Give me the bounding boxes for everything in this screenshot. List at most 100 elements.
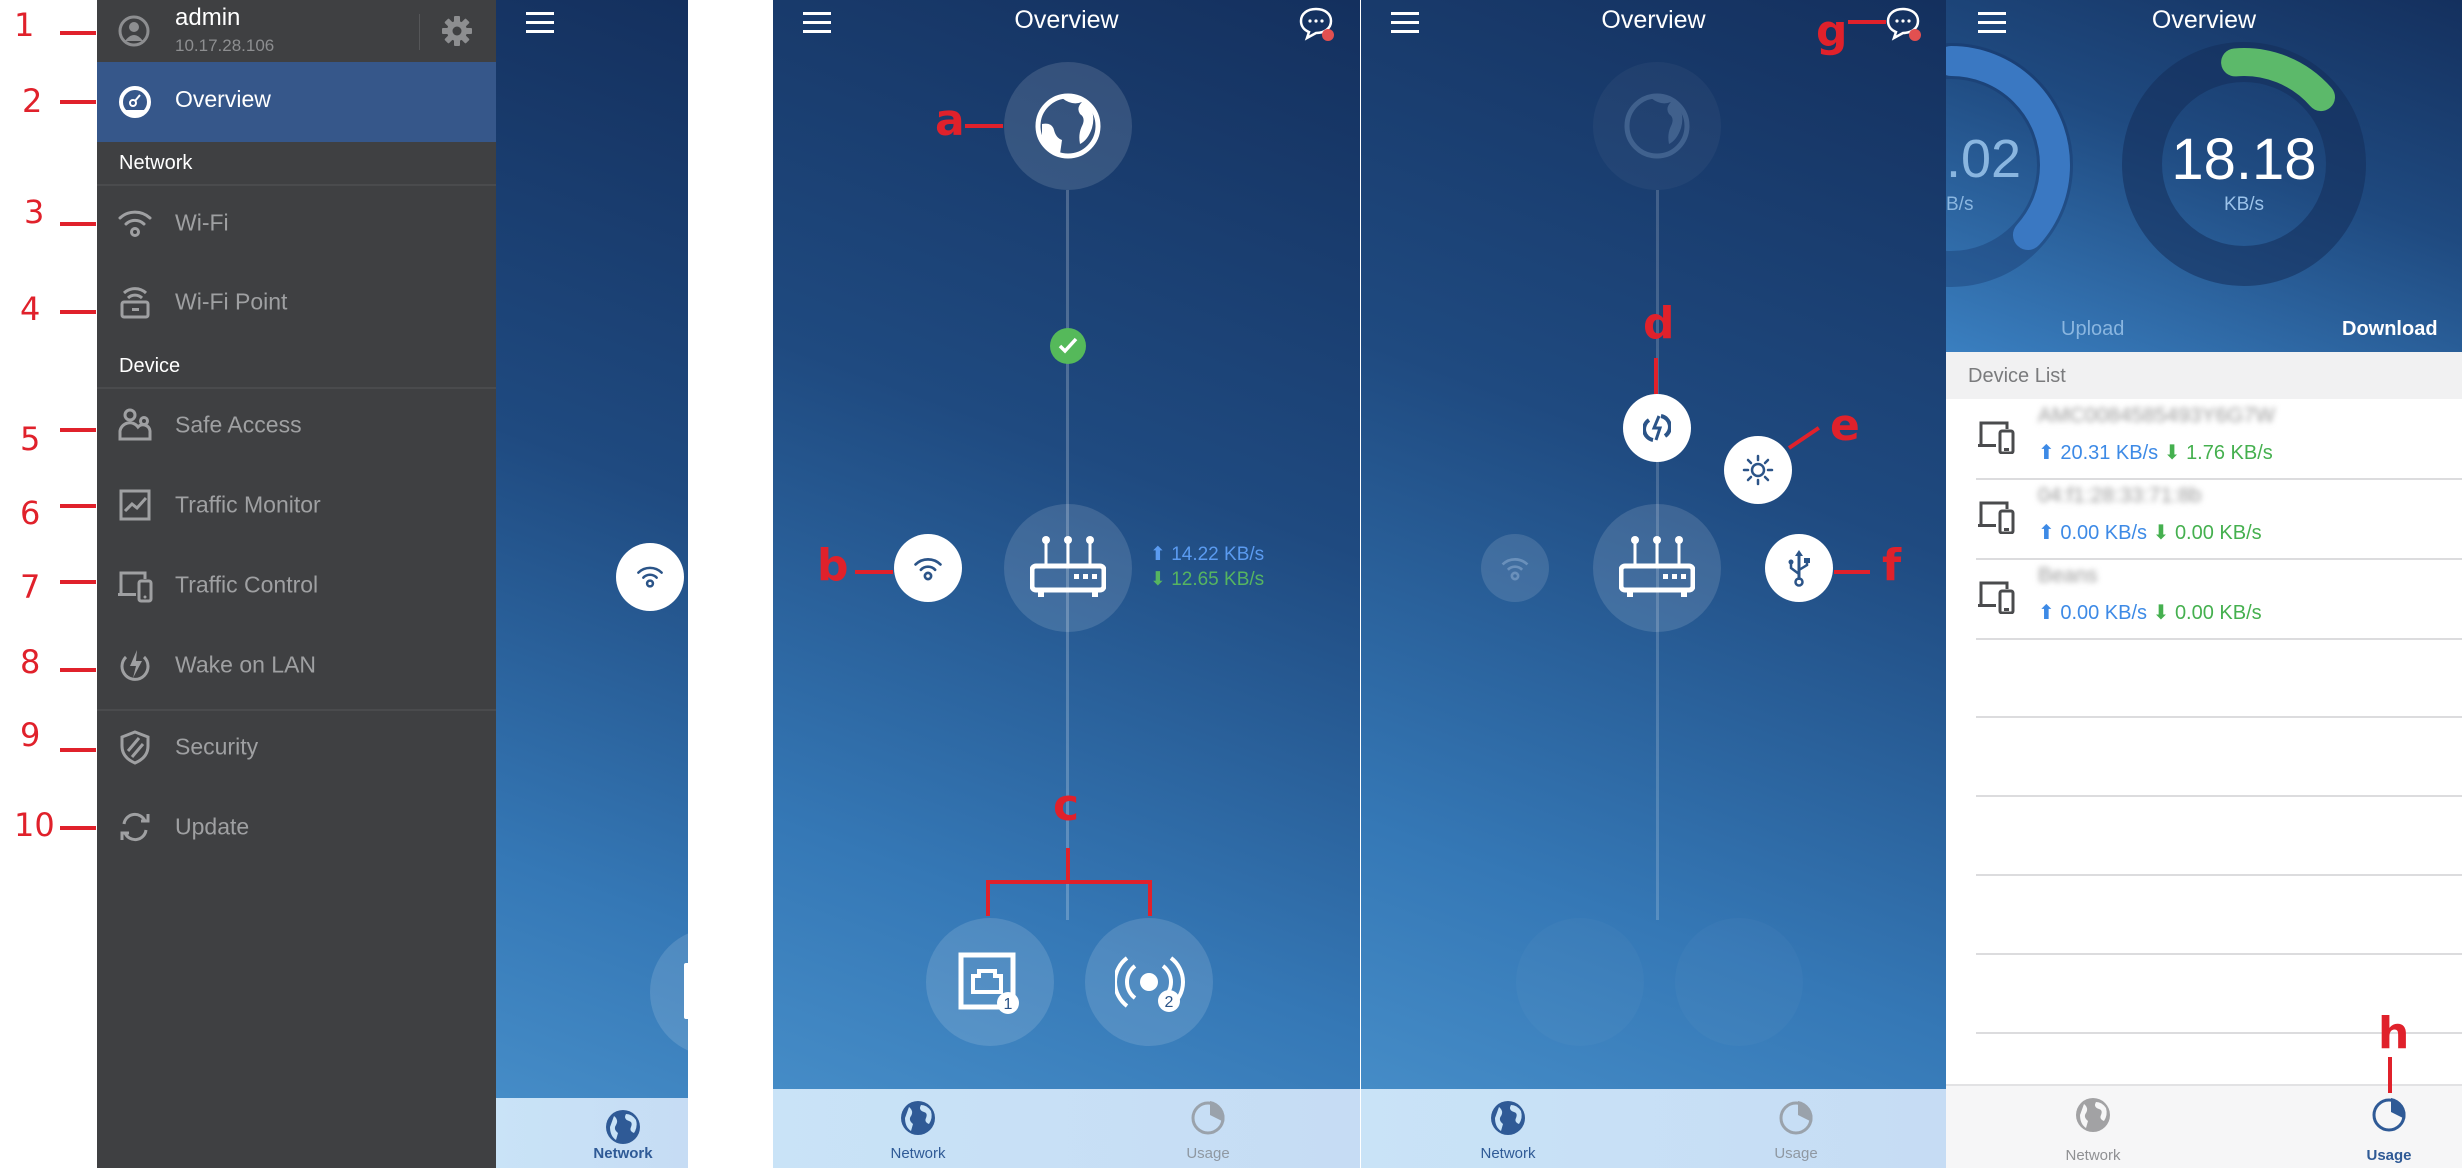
wireless-devices-node-button[interactable]: 2	[1085, 918, 1213, 1046]
led-toggle-button[interactable]	[1724, 436, 1792, 504]
tab-bar: Network Usage	[773, 1089, 1360, 1168]
sidebar-item-label: Safe Access	[175, 411, 302, 438]
device-name: 04:f1:28:33:71:8b	[2038, 484, 2202, 507]
tab-network[interactable]: Network	[2038, 1086, 2148, 1168]
section-divider	[97, 387, 496, 389]
sidebar-item-traffic-monitor[interactable]: Traffic Monitor	[97, 470, 496, 540]
section-title-network: Network	[119, 152, 193, 174]
tab-label: Network	[2065, 1147, 2121, 1164]
tab-label: Usage	[1774, 1145, 1818, 1162]
globe-icon	[1035, 93, 1101, 159]
device-icon	[1978, 581, 2015, 614]
sidebar-item-overview[interactable]: Overview	[97, 62, 496, 142]
power-bolt-icon	[120, 650, 150, 681]
wifi-icon	[637, 566, 663, 588]
device-row[interactable]: 04:f1:28:33:71:8b ⬆ 0.00 KB/s ⬇ 0.00 KB/…	[1946, 480, 2462, 560]
wifi-node-button[interactable]	[894, 534, 962, 602]
annotation-9: 9	[20, 716, 41, 754]
annotation-line	[1848, 20, 1886, 24]
sidebar-item-safe-access[interactable]: Safe Access	[97, 390, 496, 460]
annotation-4: 4	[20, 290, 41, 328]
gauge-icon	[119, 86, 151, 118]
device-download: 1.76 KB/s	[2186, 442, 2273, 464]
device-row[interactable]: AMC0084585493Y6G7W ⬆ 20.31 KB/s ⬇ 1.76 K…	[1946, 400, 2462, 480]
annotation-b: b	[817, 540, 849, 591]
sidebar-item-label: Wake on LAN	[175, 651, 317, 678]
annotation-line	[2388, 1057, 2392, 1093]
hamburger-menu-icon[interactable]	[526, 12, 554, 34]
download-unit: KB/s	[2223, 194, 2265, 215]
reboot-button[interactable]	[1623, 394, 1691, 462]
screen-overview-router-actions: Overview Network Usage	[1361, 0, 1946, 1168]
sidebar-item-security[interactable]: Security	[97, 712, 496, 782]
tab-network[interactable]: Network	[863, 1089, 973, 1168]
usb-button[interactable]	[1765, 534, 1833, 602]
sidebar-item-wifi-point[interactable]: Wi-Fi Point	[97, 267, 496, 337]
row-divider	[1976, 638, 2462, 640]
upload-arrow-icon: ⬆	[2038, 522, 2055, 544]
tab-network[interactable]: Network	[1453, 1089, 1563, 1168]
upload-tab[interactable]: Upload	[2061, 318, 2124, 341]
sidebar-item-wifi[interactable]: Wi-Fi	[97, 188, 496, 258]
annotation-line	[1066, 848, 1070, 882]
sidebar-item-label: Overview	[175, 86, 271, 112]
annotation-e: e	[1830, 400, 1860, 451]
annotation-d: d	[1643, 298, 1675, 349]
device-row[interactable]: Beans ⬆ 0.00 KB/s ⬇ 0.00 KB/s	[1946, 560, 2462, 640]
device-download: 0.00 KB/s	[2174, 602, 2262, 624]
wifi-node-button[interactable]	[616, 543, 684, 611]
annotation-5: 5	[20, 420, 41, 458]
usb-icon	[1788, 550, 1810, 587]
tab-network[interactable]: Network	[568, 1098, 678, 1168]
device-speeds: ⬆ 0.00 KB/s ⬇ 0.00 KB/s	[2038, 600, 2262, 625]
download-value: 18.18	[2171, 127, 2317, 192]
wifi-point-icon	[120, 287, 150, 319]
wifi-icon	[118, 210, 152, 237]
upload-speed: ⬆ 14.22 KB/s	[1150, 543, 1264, 566]
globe-icon	[1624, 93, 1690, 159]
refresh-icon	[120, 812, 150, 842]
section-divider	[97, 709, 496, 711]
internet-node-button[interactable]	[1004, 62, 1132, 190]
ethernet-node-partial[interactable]	[650, 928, 688, 1056]
annotation-a: a	[935, 95, 965, 146]
annotation-line	[855, 570, 893, 574]
annotation-line	[1148, 880, 1152, 916]
wireless-count-badge: 2	[1165, 994, 1174, 1011]
annotation-line	[60, 580, 96, 584]
sidebar-item-label: Wi-Fi	[175, 209, 229, 236]
gear-icon[interactable]	[440, 14, 474, 48]
sidebar-item-traffic-control[interactable]: Traffic Control	[97, 550, 496, 620]
sidebar-item-wake-on-lan[interactable]: Wake on LAN	[97, 630, 496, 700]
message-icon[interactable]	[1298, 6, 1334, 42]
router-speed-readout: ⬆ 14.22 KB/s ⬇ 12.65 KB/s	[1150, 543, 1264, 591]
message-icon[interactable]	[1885, 6, 1921, 42]
wireless-devices-node-dimmed	[1675, 918, 1803, 1046]
annotation-line	[60, 504, 96, 508]
wired-count-badge: 1	[1004, 996, 1013, 1013]
download-tab[interactable]: Download	[2342, 318, 2438, 341]
wired-devices-node-button[interactable]: 1	[926, 918, 1054, 1046]
sidebar-item-update[interactable]: Update	[97, 792, 496, 862]
annotation-line	[60, 748, 96, 752]
download-speed-value: 12.65 KB/s	[1171, 569, 1265, 590]
annotation-8: 8	[20, 643, 41, 681]
tab-usage[interactable]: Usage	[2334, 1086, 2444, 1168]
tab-label: Usage	[1186, 1145, 1230, 1162]
annotation-3: 3	[24, 193, 45, 231]
router-node-button[interactable]	[1004, 504, 1132, 632]
annotation-g: g	[1816, 6, 1848, 57]
tab-label: Usage	[2366, 1147, 2412, 1164]
tab-usage[interactable]: Usage	[1741, 1089, 1851, 1168]
router-node-button[interactable]	[1593, 504, 1721, 632]
annotation-line	[60, 100, 96, 104]
annotation-line	[60, 668, 96, 672]
annotation-line	[60, 31, 96, 35]
annotation-line	[986, 880, 990, 916]
globe-icon	[2076, 1098, 2110, 1132]
shield-icon	[120, 730, 150, 765]
devices-icon	[118, 571, 153, 603]
tab-usage[interactable]: Usage	[1153, 1089, 1263, 1168]
user-name: admin	[175, 4, 241, 31]
tab-label: Network	[593, 1145, 653, 1162]
